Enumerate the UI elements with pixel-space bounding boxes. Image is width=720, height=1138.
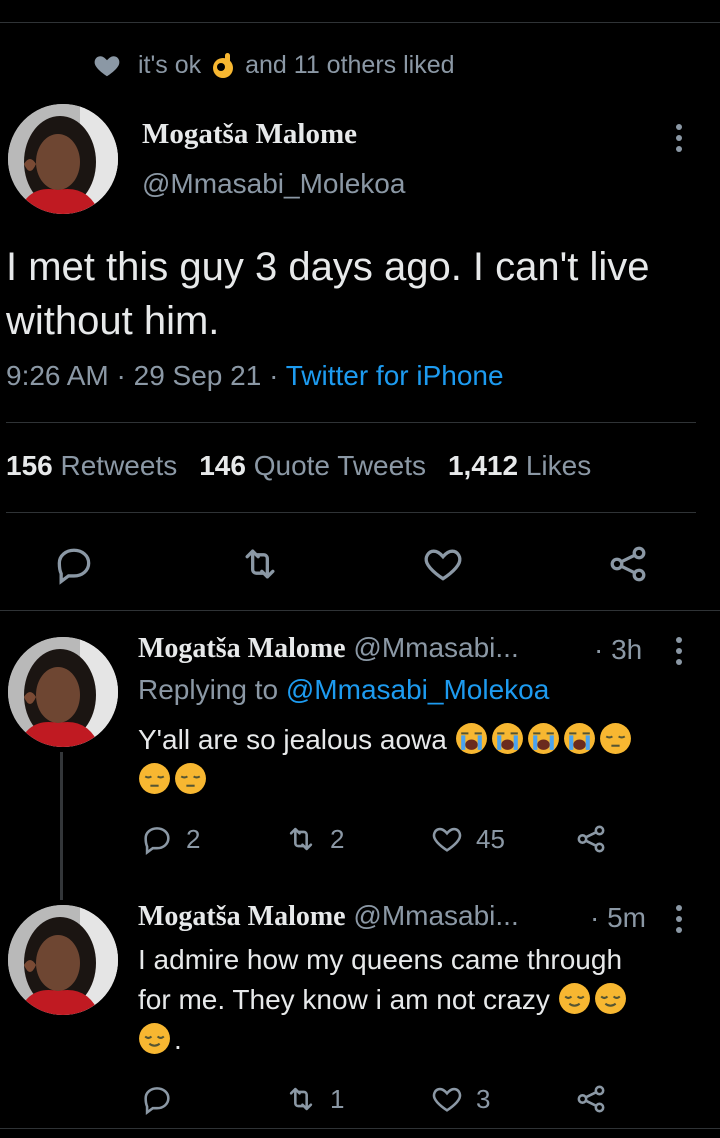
tweet-stats: 156 Retweets 146 Quote Tweets 1,412 Like… <box>6 450 591 482</box>
retweets-stat[interactable]: 156 Retweets <box>6 450 177 482</box>
quotes-stat[interactable]: 146 Quote Tweets <box>199 450 426 482</box>
replying-to: Replying to @Mmasabi_Molekoa <box>138 674 549 706</box>
divider <box>6 512 696 513</box>
reply-icon <box>144 1087 170 1116</box>
divider <box>0 610 720 611</box>
more-options-icon[interactable] <box>674 637 684 665</box>
reply-author-name[interactable]: Mogatša Malome <box>138 901 346 932</box>
loudly-crying-face-icon <box>455 723 487 754</box>
share-icon <box>577 1085 605 1113</box>
replying-prefix: Replying to <box>138 674 279 705</box>
retweets-label: Retweets <box>60 450 178 481</box>
retweets-count: 156 <box>6 450 53 481</box>
retweet-button[interactable]: 1 <box>284 1082 344 1116</box>
top-divider <box>0 22 720 23</box>
pensive-face-icon <box>175 763 206 794</box>
like-button[interactable]: 3 <box>430 1082 490 1116</box>
author-name[interactable]: Mogatša Malome <box>142 118 357 151</box>
share-button[interactable] <box>574 822 620 856</box>
reply-header[interactable]: Mogatša Malome @Mmasabi... <box>138 632 519 665</box>
divider <box>6 422 696 423</box>
relieved-face-icon <box>558 983 590 1014</box>
reply-button[interactable] <box>52 542 96 586</box>
retweet-count: 2 <box>330 823 345 854</box>
retweet-icon <box>289 827 313 851</box>
reply-text: Y'all are so jealous aowa <box>138 724 447 755</box>
pensive-face-icon <box>599 723 631 754</box>
reply-button[interactable]: 2 <box>140 822 200 856</box>
reply-author-handle[interactable]: @Mmasabi... <box>353 632 518 663</box>
tweet-time[interactable]: 9:26 AM <box>6 360 109 391</box>
reply-time[interactable]: · 3h <box>594 634 642 666</box>
like-icon <box>424 549 462 581</box>
tweet-text: I met this guy 3 days ago. I can't live … <box>6 245 650 343</box>
relieved-face-icon <box>594 983 626 1014</box>
tweet-meta: 9:26 AM · 29 Sep 21 · Twitter for iPhone <box>6 360 504 392</box>
ok-hand-emoji-icon <box>213 53 234 78</box>
retweet-button[interactable]: 2 <box>284 822 344 856</box>
like-icon <box>432 827 462 852</box>
liked-by-name[interactable]: it's ok <box>138 51 201 80</box>
reply-count: 2 <box>186 823 201 854</box>
retweet-icon <box>289 1087 313 1111</box>
reply-time[interactable]: · 5m <box>590 902 646 934</box>
tweet-date[interactable]: 29 Sep 21 <box>134 360 262 391</box>
retweet-icon <box>245 549 275 579</box>
share-icon <box>577 825 605 853</box>
meta-separator: · <box>116 360 126 391</box>
like-count: 45 <box>476 823 505 854</box>
avatar-photo-icon <box>8 637 118 747</box>
share-button[interactable] <box>606 542 650 586</box>
like-icon <box>432 1087 462 1112</box>
reply-header[interactable]: Mogatša Malome @Mmasabi... <box>138 900 519 933</box>
relieved-face-icon <box>139 1023 170 1054</box>
avatar[interactable] <box>8 104 118 214</box>
reply-author-name[interactable]: Mogatša Malome <box>138 633 346 664</box>
avatar-photo-icon <box>8 905 118 1015</box>
share-button[interactable] <box>574 1082 620 1116</box>
quotes-label: Quote Tweets <box>253 450 426 481</box>
pensive-face-icon <box>139 763 170 794</box>
reply-icon <box>144 827 170 856</box>
retweet-count: 1 <box>330 1083 345 1114</box>
reply-button[interactable] <box>140 1082 186 1116</box>
likes-label: Likes <box>525 450 592 481</box>
reply-avatar[interactable] <box>8 637 118 747</box>
share-icon <box>610 546 646 582</box>
heart-icon <box>94 56 120 77</box>
loudly-crying-face-icon <box>527 723 559 754</box>
meta-separator: · <box>269 360 279 391</box>
reply-text-line2: for me. They know i am not crazy <box>138 984 550 1015</box>
reply-text-block: I admire how my queens came through for … <box>138 940 698 1060</box>
reply-author-handle[interactable]: @Mmasabi... <box>353 900 518 931</box>
quotes-count: 146 <box>199 450 246 481</box>
tweet-source-link[interactable]: Twitter for iPhone <box>286 360 504 391</box>
like-button[interactable] <box>421 542 465 586</box>
like-count: 3 <box>476 1083 491 1114</box>
loudly-crying-face-icon <box>563 723 595 754</box>
more-options-icon[interactable] <box>674 124 684 152</box>
bottom-divider <box>0 1128 720 1129</box>
reply-text-end: . <box>174 1024 182 1055</box>
author-handle[interactable]: @Mmasabi_Molekoa <box>142 168 405 200</box>
like-button[interactable]: 45 <box>430 822 505 856</box>
reply-text-block: Y'all are so jealous aowa <box>138 720 698 800</box>
replying-handle-link[interactable]: @Mmasabi_Molekoa <box>286 674 549 705</box>
liked-others[interactable]: and 11 others liked <box>245 51 454 80</box>
likes-count: 1,412 <box>447 450 519 481</box>
loudly-crying-face-icon <box>491 723 523 754</box>
reply-icon <box>57 548 91 585</box>
social-context[interactable]: it's ok and 11 others liked <box>92 48 455 82</box>
reply-text-line1: I admire how my queens came through <box>138 944 623 975</box>
avatar-photo-icon <box>8 104 118 214</box>
thread-connector <box>60 752 63 900</box>
reply-avatar[interactable] <box>8 905 118 1015</box>
more-options-icon[interactable] <box>674 905 684 933</box>
likes-stat[interactable]: 1,412 Likes <box>448 450 591 482</box>
retweet-button[interactable] <box>238 542 282 586</box>
